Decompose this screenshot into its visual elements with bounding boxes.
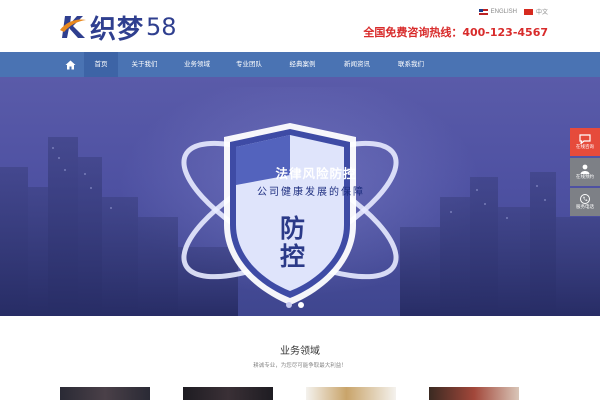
us-flag-icon <box>478 8 488 15</box>
nav-item-business[interactable]: 业务领域 <box>171 52 223 77</box>
business-thumb-1[interactable] <box>60 387 150 400</box>
main-nav: 首页 关于我们 业务领域 专业团队 经典案例 新闻资讯 联系我们 <box>0 52 600 77</box>
nav-home-button[interactable] <box>56 52 84 77</box>
business-thumb-2[interactable] <box>183 387 273 400</box>
online-consult-button[interactable]: 在线咨询 <box>570 128 600 156</box>
nav-item-contact[interactable]: 联系我们 <box>384 52 438 77</box>
cn-flag-icon <box>523 8 533 15</box>
site-header: 织梦 58 ENGLISH 中文 全国免费咨询热线：400-123-4567 <box>0 0 600 52</box>
service-phone-button[interactable]: 服务电话 <box>570 188 600 216</box>
lang-english-link[interactable]: ENGLISH <box>478 8 517 15</box>
lang-chinese-label: 中文 <box>535 10 548 16</box>
banner-subheadline: 公司健康发展的保障 <box>257 187 365 198</box>
chat-icon <box>579 134 591 144</box>
carousel-dots <box>286 302 304 308</box>
nav-item-team[interactable]: 专业团队 <box>223 52 275 77</box>
banner-headline: 法律风险防控 <box>275 166 357 181</box>
user-icon <box>580 164 590 174</box>
section-subtitle: 耕诚专业，为您尽可能争取最大利益！ <box>253 363 347 369</box>
section-title: 业务领域 <box>280 346 320 357</box>
logo-k-icon <box>60 16 86 38</box>
logo-number: 58 <box>146 13 177 41</box>
carousel-dot-1[interactable] <box>286 302 292 308</box>
language-switcher: ENGLISH 中文 <box>478 7 548 16</box>
nav-item-about[interactable]: 关于我们 <box>118 52 171 77</box>
site-logo[interactable]: 织梦 58 <box>58 10 177 45</box>
business-thumbnails <box>60 387 540 400</box>
business-thumb-4[interactable] <box>429 387 519 400</box>
lang-english-label: ENGLISH <box>490 8 517 15</box>
hotline-text: 全国免费咨询热线：400-123-4567 <box>363 26 548 39</box>
phone-icon <box>580 194 590 204</box>
lang-chinese-link[interactable]: 中文 <box>523 7 548 16</box>
online-booking-label: 在线预约 <box>576 175 594 180</box>
nav-item-home[interactable]: 首页 <box>84 52 118 77</box>
floating-contact-bar: 在线咨询 在线预约 服务电话 <box>570 128 600 218</box>
home-icon <box>65 60 75 69</box>
online-consult-label: 在线咨询 <box>576 145 594 150</box>
nav-item-cases[interactable]: 经典案例 <box>275 52 330 77</box>
hero-banner[interactable]: 法律风险防控 公司健康发展的保障 防 控 <box>0 77 600 316</box>
carousel-dot-2[interactable] <box>298 302 304 308</box>
online-booking-button[interactable]: 在线预约 <box>570 158 600 186</box>
business-thumb-3[interactable] <box>306 387 396 400</box>
nav-item-news[interactable]: 新闻资讯 <box>330 52 384 77</box>
banner-big-char-2: 控 <box>280 242 306 271</box>
logo-text: 织梦 <box>90 14 145 45</box>
service-phone-label: 服务电话 <box>576 205 594 210</box>
